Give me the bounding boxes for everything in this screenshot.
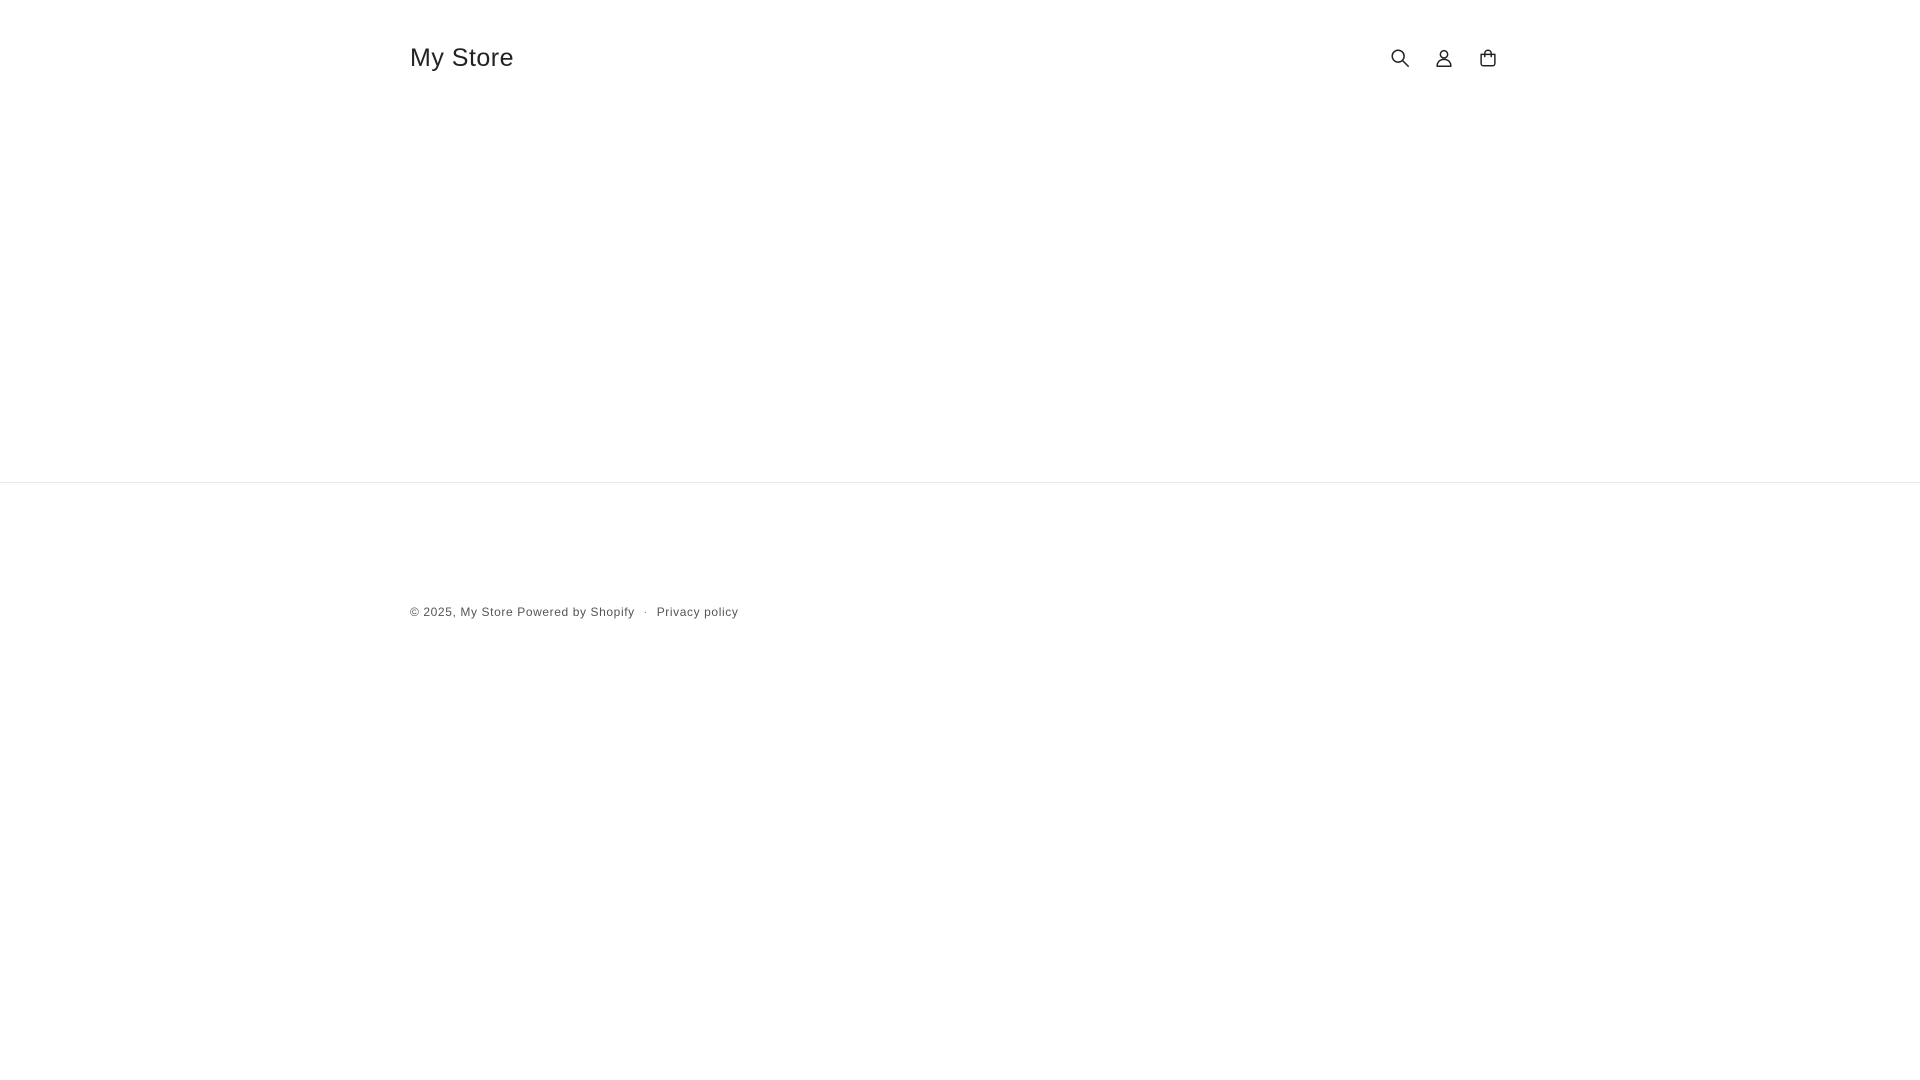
account-button[interactable] xyxy=(1422,36,1466,80)
powered-by-shopify-link[interactable]: Powered by Shopify xyxy=(517,605,635,619)
page: My Store © 2025, My Store Powered by Sho… xyxy=(0,0,1920,1080)
site-footer: © 2025, My Store Powered by Shopify · Pr… xyxy=(410,605,738,619)
cart-button[interactable] xyxy=(1466,36,1510,80)
site-header: My Store xyxy=(410,30,1510,86)
footer-separator: · xyxy=(643,606,648,618)
footer-store-link[interactable]: My Store xyxy=(460,605,513,619)
store-logo-link[interactable]: My Store xyxy=(410,44,514,73)
header-icons xyxy=(1378,36,1510,80)
search-button[interactable] xyxy=(1378,36,1422,80)
account-icon xyxy=(1436,49,1452,67)
search-icon xyxy=(1391,49,1409,67)
footer-divider xyxy=(0,482,1920,483)
cart-icon xyxy=(1480,49,1496,67)
copyright-text: © 2025, xyxy=(410,605,457,619)
privacy-policy-link[interactable]: Privacy policy xyxy=(657,605,739,619)
